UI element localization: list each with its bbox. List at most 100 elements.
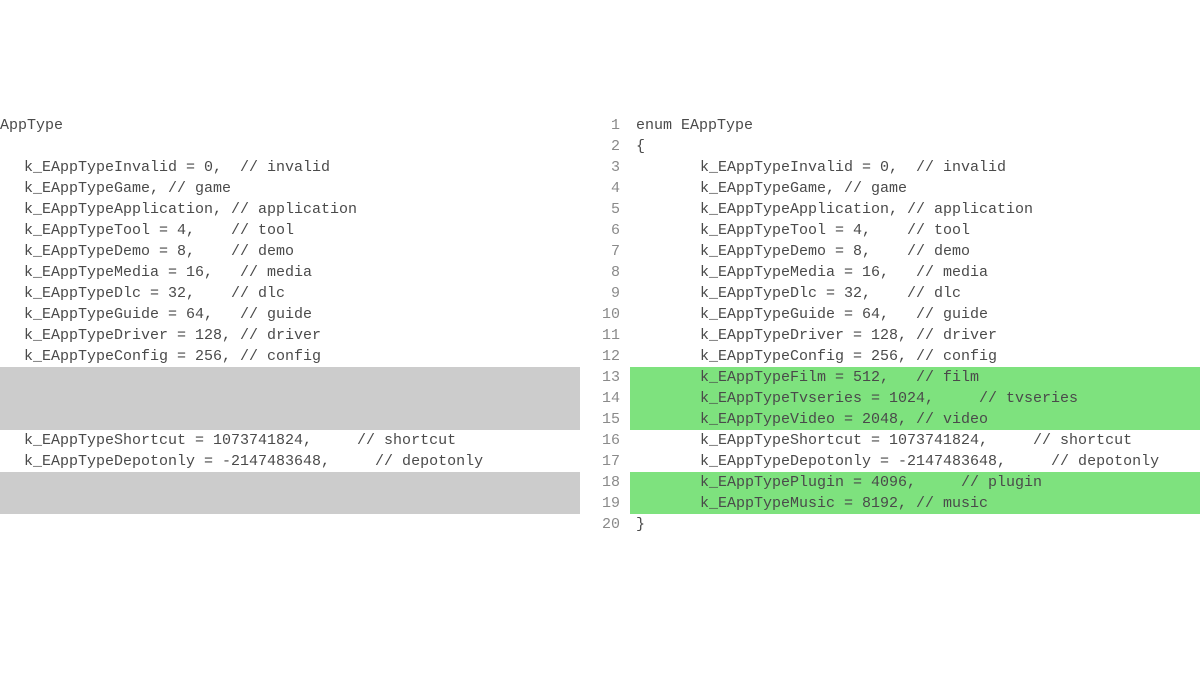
line-number: 15 — [580, 409, 630, 430]
diff-left-line — [0, 136, 580, 157]
code-text: k_EAppTypeDemo = 8, // demo — [0, 241, 580, 262]
diff-left-line: AppType — [0, 115, 580, 136]
diff-left-line: k_EAppTypeInvalid = 0, // invalid — [0, 157, 580, 178]
code-text — [0, 367, 580, 388]
line-number: 12 — [580, 346, 630, 367]
line-number: 13 — [580, 367, 630, 388]
code-text: k_EAppTypeConfig = 256, // config — [630, 346, 1200, 367]
diff-left-line: k_EAppTypeMedia = 16, // media — [0, 262, 580, 283]
diff-right-line: 2{ — [580, 136, 1200, 157]
diff-left-line — [0, 409, 580, 430]
diff-right-line: 7k_EAppTypeDemo = 8, // demo — [580, 241, 1200, 262]
diff-right-line: 15k_EAppTypeVideo = 2048, // video — [580, 409, 1200, 430]
line-number: 9 — [580, 283, 630, 304]
code-text: k_EAppTypeMusic = 8192, // music — [630, 493, 1200, 514]
code-text: k_EAppTypeGame, // game — [0, 178, 580, 199]
diff-right-line: 12k_EAppTypeConfig = 256, // config — [580, 346, 1200, 367]
diff-right-line: 3k_EAppTypeInvalid = 0, // invalid — [580, 157, 1200, 178]
code-text — [0, 493, 580, 514]
diff-right-line: 11k_EAppTypeDriver = 128, // driver — [580, 325, 1200, 346]
code-text — [0, 388, 580, 409]
code-text: k_EAppTypeVideo = 2048, // video — [630, 409, 1200, 430]
diff-right-line: 1enum EAppType — [580, 115, 1200, 136]
code-text: k_EAppTypeTool = 4, // tool — [0, 220, 580, 241]
code-text: k_EAppTypeDepotonly = -2147483648, // de… — [0, 451, 580, 472]
line-number: 14 — [580, 388, 630, 409]
line-number: 4 — [580, 178, 630, 199]
code-text: { — [630, 136, 1200, 157]
code-text: k_EAppTypeFilm = 512, // film — [630, 367, 1200, 388]
code-text: k_EAppTypeInvalid = 0, // invalid — [0, 157, 580, 178]
line-number: 10 — [580, 304, 630, 325]
diff-left-line: k_EAppTypeShortcut = 1073741824, // shor… — [0, 430, 580, 451]
line-number: 1 — [580, 115, 630, 136]
diff-left-line — [0, 388, 580, 409]
code-text: k_EAppTypeDemo = 8, // demo — [630, 241, 1200, 262]
code-text: k_EAppTypeMedia = 16, // media — [0, 262, 580, 283]
code-text: k_EAppTypeDlc = 32, // dlc — [0, 283, 580, 304]
diff-right-line: 9k_EAppTypeDlc = 32, // dlc — [580, 283, 1200, 304]
code-text: k_EAppTypeShortcut = 1073741824, // shor… — [630, 430, 1200, 451]
code-text: k_EAppTypeGuide = 64, // guide — [630, 304, 1200, 325]
code-text: k_EAppTypeDepotonly = -2147483648, // de… — [630, 451, 1200, 472]
line-number: 20 — [580, 514, 630, 535]
diff-right-line: 4k_EAppTypeGame, // game — [580, 178, 1200, 199]
diff-right-line: 19k_EAppTypeMusic = 8192, // music — [580, 493, 1200, 514]
diff-right-line: 10k_EAppTypeGuide = 64, // guide — [580, 304, 1200, 325]
diff-left-pane: AppType k_EAppTypeInvalid = 0, // invalid… — [0, 115, 580, 535]
diff-left-line: k_EAppTypeDepotonly = -2147483648, // de… — [0, 451, 580, 472]
diff-left-line: k_EAppTypeDriver = 128, // driver — [0, 325, 580, 346]
code-text — [0, 514, 580, 535]
diff-left-line — [0, 367, 580, 388]
diff-right-pane: 1enum EAppType2{3k_EAppTypeInvalid = 0, … — [580, 115, 1200, 535]
diff-left-line: k_EAppTypeConfig = 256, // config — [0, 346, 580, 367]
diff-right-line: 18k_EAppTypePlugin = 4096, // plugin — [580, 472, 1200, 493]
line-number: 3 — [580, 157, 630, 178]
diff-left-line: k_EAppTypeGame, // game — [0, 178, 580, 199]
diff-left-line: k_EAppTypeGuide = 64, // guide — [0, 304, 580, 325]
line-number: 8 — [580, 262, 630, 283]
code-text: k_EAppTypeInvalid = 0, // invalid — [630, 157, 1200, 178]
diff-right-line: 17k_EAppTypeDepotonly = -2147483648, // … — [580, 451, 1200, 472]
code-text — [0, 472, 580, 493]
code-text: enum EAppType — [630, 115, 1200, 136]
diff-right-line: 13k_EAppTypeFilm = 512, // film — [580, 367, 1200, 388]
code-text: k_EAppTypeDlc = 32, // dlc — [630, 283, 1200, 304]
diff-right-line: 16k_EAppTypeShortcut = 1073741824, // sh… — [580, 430, 1200, 451]
code-text: k_EAppTypeApplication, // application — [0, 199, 580, 220]
code-text: } — [630, 514, 1200, 535]
code-text: k_EAppTypeTool = 4, // tool — [630, 220, 1200, 241]
diff-right-line: 8k_EAppTypeMedia = 16, // media — [580, 262, 1200, 283]
line-number: 11 — [580, 325, 630, 346]
line-number: 19 — [580, 493, 630, 514]
diff-left-line: k_EAppTypeApplication, // application — [0, 199, 580, 220]
code-text: k_EAppTypeApplication, // application — [630, 199, 1200, 220]
line-number: 17 — [580, 451, 630, 472]
code-text: k_EAppTypeShortcut = 1073741824, // shor… — [0, 430, 580, 451]
line-number: 7 — [580, 241, 630, 262]
diff-left-line — [0, 493, 580, 514]
diff-left-line: k_EAppTypeTool = 4, // tool — [0, 220, 580, 241]
code-text: k_EAppTypeGuide = 64, // guide — [0, 304, 580, 325]
diff-right-line: 14k_EAppTypeTvseries = 1024, // tvseries — [580, 388, 1200, 409]
code-text: AppType — [0, 115, 580, 136]
diff-left-line — [0, 472, 580, 493]
diff-view: AppType k_EAppTypeInvalid = 0, // invalid… — [0, 0, 1200, 535]
line-number: 18 — [580, 472, 630, 493]
code-text: k_EAppTypeGame, // game — [630, 178, 1200, 199]
code-text: k_EAppTypeMedia = 16, // media — [630, 262, 1200, 283]
code-text: k_EAppTypeConfig = 256, // config — [0, 346, 580, 367]
diff-left-line: k_EAppTypeDlc = 32, // dlc — [0, 283, 580, 304]
diff-right-line: 6k_EAppTypeTool = 4, // tool — [580, 220, 1200, 241]
diff-right-line: 5k_EAppTypeApplication, // application — [580, 199, 1200, 220]
diff-left-line: k_EAppTypeDemo = 8, // demo — [0, 241, 580, 262]
code-text: k_EAppTypePlugin = 4096, // plugin — [630, 472, 1200, 493]
diff-left-line — [0, 514, 580, 535]
line-number: 6 — [580, 220, 630, 241]
line-number: 2 — [580, 136, 630, 157]
code-text: k_EAppTypeTvseries = 1024, // tvseries — [630, 388, 1200, 409]
line-number: 16 — [580, 430, 630, 451]
code-text: k_EAppTypeDriver = 128, // driver — [0, 325, 580, 346]
line-number: 5 — [580, 199, 630, 220]
code-text: k_EAppTypeDriver = 128, // driver — [630, 325, 1200, 346]
